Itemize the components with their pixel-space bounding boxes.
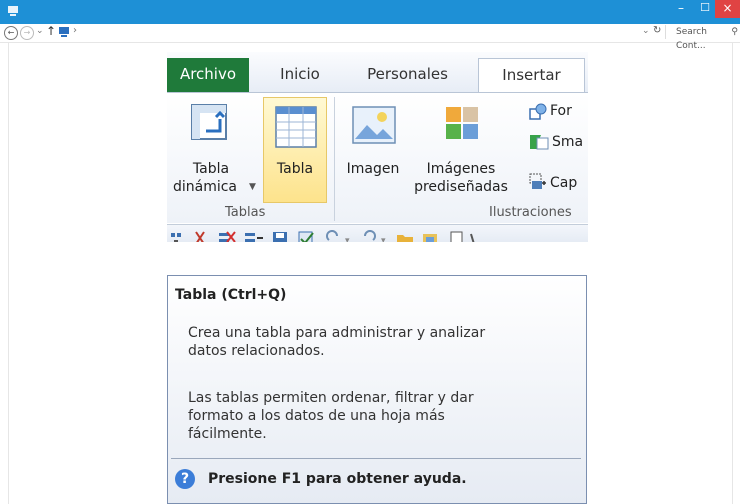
- imagenes-label-line2[interactable]: prediseñadas: [411, 179, 511, 196]
- shapes-icon: [529, 103, 547, 120]
- ribbon-body: Tabla dinámica ▼ Tabla Tablas Imagen Imá…: [167, 92, 588, 223]
- tab-archivo[interactable]: Archivo: [167, 58, 249, 92]
- up-arrow-icon[interactable]: ↑: [46, 24, 56, 38]
- tab-inicio[interactable]: Inicio: [267, 58, 333, 92]
- minimize-button[interactable]: –: [667, 0, 695, 18]
- address-bar: ← → ⌄ ↑ › ⌄ ↻ Search Cont... ⚲: [0, 24, 740, 51]
- excel-ribbon-screenshot: Archivo Inicio Personales Insertar Tabla…: [167, 52, 588, 242]
- tooltip-divider: [171, 458, 581, 459]
- refresh-icon[interactable]: ↻: [653, 25, 661, 36]
- image-folder-icon: [423, 234, 437, 242]
- back-arrow-icon[interactable]: ←: [4, 26, 18, 40]
- svg-text:▾: ▾: [381, 236, 386, 242]
- pivot-table-icon: [191, 104, 227, 140]
- imagenes-label-line1[interactable]: Imágenes: [421, 161, 501, 178]
- forward-arrow-icon[interactable]: →: [20, 26, 34, 40]
- ilustraciones-group-label: Ilustraciones: [489, 205, 572, 220]
- tabla-dinamica-label-line2[interactable]: dinámica: [169, 179, 241, 196]
- new-document-icon: [450, 231, 463, 242]
- quick-access-toolbar: ▾ ▾: [167, 224, 588, 242]
- picture-icon: [352, 106, 396, 144]
- help-icon: ?: [175, 469, 195, 489]
- search-input[interactable]: Search Cont... ⚲: [665, 25, 738, 51]
- open-folder-icon: [397, 235, 413, 242]
- cut-icon: [195, 231, 205, 242]
- more-icon: [470, 233, 475, 242]
- tooltip-description: Crea una tabla para administrar y analiz…: [188, 325, 486, 359]
- clip-art-icon: [446, 107, 478, 139]
- tabla-label[interactable]: Tabla: [263, 161, 327, 178]
- tooltip-detail: Las tablas permiten ordenar, filtrar y d…: [188, 390, 474, 442]
- close-button[interactable]: ×: [715, 0, 740, 18]
- spell-check-icon: [298, 231, 314, 242]
- imagen-label[interactable]: Imagen: [342, 161, 404, 178]
- search-icon[interactable]: ⚲: [731, 25, 738, 39]
- tooltip-help-text: Presione F1 para obtener ayuda.: [208, 471, 467, 487]
- table-icon: [275, 106, 317, 148]
- path-chevron-icon[interactable]: ›: [73, 25, 77, 36]
- svg-text:▾: ▾: [345, 236, 350, 242]
- formas-label[interactable]: For: [550, 103, 572, 119]
- tab-insertar[interactable]: Insertar: [478, 58, 585, 92]
- merge-icon: [171, 233, 181, 242]
- tablas-group-label: Tablas: [225, 205, 266, 220]
- redo-icon: ▾: [364, 230, 386, 242]
- app-icon: [8, 6, 18, 16]
- computer-icon: [59, 27, 69, 37]
- tabla-tooltip: Tabla (Ctrl+Q) Crea una tabla para admin…: [167, 275, 587, 504]
- toolbar-icons: ▾ ▾: [171, 230, 475, 242]
- insert-rows-icon: [245, 233, 263, 242]
- address-dropdown-icon[interactable]: ⌄: [642, 26, 650, 36]
- delete-rows-icon: [219, 231, 236, 242]
- recent-locations-chevron-icon[interactable]: ⌄: [36, 26, 44, 36]
- tabla-dinamica-label-line1[interactable]: Tabla: [175, 161, 247, 178]
- save-icon: [273, 232, 287, 242]
- tab-personales[interactable]: Personales: [355, 58, 460, 92]
- undo-icon: ▾: [326, 230, 350, 242]
- smartart-icon: [530, 135, 549, 150]
- screenshot-icon: [529, 173, 546, 189]
- captura-label[interactable]: Cap: [550, 175, 577, 191]
- tooltip-title: Tabla (Ctrl+Q): [175, 287, 287, 303]
- dropdown-arrow-icon[interactable]: ▼: [249, 182, 256, 192]
- window-titlebar: – ☐ ×: [0, 0, 740, 24]
- group-separator: [334, 97, 335, 221]
- ribbon-tabs: Archivo Inicio Personales Insertar: [167, 52, 588, 92]
- maximize-button[interactable]: ☐: [695, 0, 715, 18]
- smartart-label[interactable]: Sma: [552, 134, 583, 150]
